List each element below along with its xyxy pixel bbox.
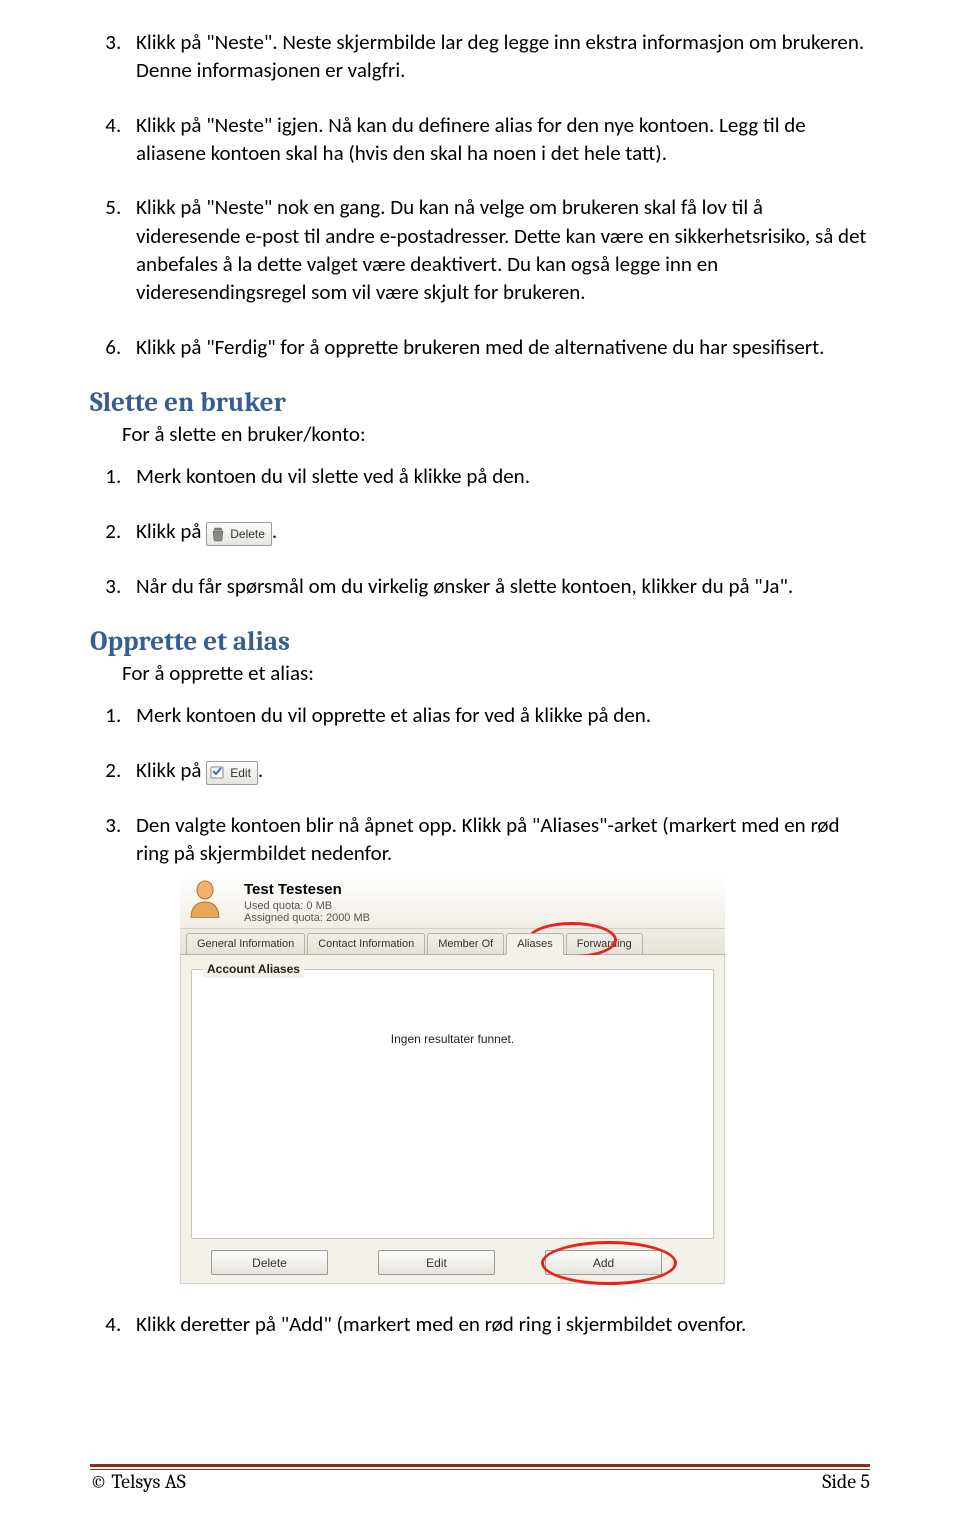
tab-pane: Account Aliases Ingen resultater funnet.… — [180, 955, 725, 1284]
step-text: Den valgte kontoen blir nå åpnet opp. Kl… — [136, 812, 840, 866]
step-text: Klikk deretter på "Add" (markert med en … — [136, 1311, 746, 1337]
list-item: Merk kontoen du vil slette ved å klikke … — [126, 462, 870, 490]
list-item: Merk kontoen du vil opprette et alias fo… — [126, 701, 870, 729]
step-text: Klikk på "Neste". Neste skjermbilde lar … — [136, 29, 864, 83]
edit-button-inline: Edit — [206, 761, 258, 785]
list-item: Klikk deretter på "Add" (markert med en … — [126, 1310, 870, 1338]
account-name: Test Testesen — [244, 880, 717, 900]
step-text: Når du får spørsmål om du virkelig ønske… — [136, 573, 793, 599]
lead-create-alias: For å opprette et alias: — [90, 659, 870, 687]
list-item: Når du får spørsmål om du virkelig ønske… — [126, 572, 870, 600]
edit-icon — [210, 765, 226, 781]
quota-assigned: Assigned quota: 2000 MB — [244, 912, 717, 925]
list-item: Klikk på Delete . — [126, 517, 870, 546]
fieldset-legend: Account Aliases — [203, 961, 304, 977]
steps-list-continued: Klikk på "Neste". Neste skjermbilde lar … — [90, 28, 870, 361]
step-text: Klikk på "Neste" nok en gang. Du kan nå … — [136, 194, 866, 305]
tab-contact[interactable]: Contact Information — [307, 933, 425, 955]
step-text: Merk kontoen du vil slette ved å klikke … — [136, 463, 530, 489]
tab-general[interactable]: General Information — [186, 933, 305, 955]
list-item: Den valgte kontoen blir nå åpnet opp. Kl… — [126, 811, 870, 1285]
step-text: Klikk på "Ferdig" for å opprette brukere… — [136, 334, 824, 360]
tab-memberof[interactable]: Member Of — [427, 933, 504, 955]
add-button[interactable]: Add — [545, 1250, 662, 1275]
heading-create-alias: Opprette et alias — [90, 626, 870, 657]
no-results-text: Ingen resultater funnet. — [181, 1031, 724, 1047]
page-footer: © Telsys AS Side 5 — [90, 1464, 870, 1493]
footer-right: Side 5 — [822, 1470, 870, 1493]
step-text: Klikk på "Neste" igjen. Nå kan du define… — [136, 112, 806, 166]
user-avatar-icon — [188, 878, 222, 918]
tabs-row: General Information Contact Information … — [180, 929, 725, 956]
tab-aliases[interactable]: Aliases — [506, 933, 563, 956]
step-text-pre: Klikk på — [136, 757, 206, 783]
footer-rule — [90, 1469, 870, 1470]
list-item: Klikk på "Neste" igjen. Nå kan du define… — [126, 111, 870, 168]
heading-delete-user: Slette en bruker — [90, 387, 870, 418]
step-text: Merk kontoen du vil opprette et alias fo… — [136, 702, 651, 728]
delete-button[interactable]: Delete — [211, 1250, 328, 1275]
edit-button[interactable]: Edit — [378, 1250, 495, 1275]
aliases-listbox — [191, 969, 714, 1239]
button-row: Delete Edit Add — [181, 1250, 724, 1275]
step-text-post: . — [258, 757, 263, 783]
lead-delete-user: For å slette en bruker/konto: — [90, 420, 870, 448]
list-item: Klikk på Edit . — [126, 756, 870, 785]
trash-icon — [210, 526, 226, 542]
delete-user-steps: Merk kontoen du vil slette ved å klikke … — [90, 462, 870, 600]
list-item: Klikk på "Neste". Neste skjermbilde lar … — [126, 28, 870, 85]
list-item: Klikk på "Ferdig" for å opprette brukere… — [126, 333, 870, 361]
list-item: Klikk på "Neste" nok en gang. Du kan nå … — [126, 193, 870, 306]
delete-button-label: Delete — [230, 526, 265, 542]
footer-left: © Telsys AS — [90, 1470, 186, 1493]
edit-button-label: Edit — [230, 765, 251, 781]
quota-used: Used quota: 0 MB — [244, 900, 717, 913]
step-text-post: . — [272, 518, 277, 544]
tab-forwarding[interactable]: Forwarding — [566, 933, 643, 955]
screenshot-aliases: Test Testesen Used quota: 0 MB Assigned … — [180, 874, 725, 1285]
create-alias-steps: Merk kontoen du vil opprette et alias fo… — [90, 701, 870, 1338]
step-text-pre: Klikk på — [136, 518, 206, 544]
delete-button-inline: Delete — [206, 522, 272, 546]
shot-header: Test Testesen Used quota: 0 MB Assigned … — [180, 874, 725, 929]
